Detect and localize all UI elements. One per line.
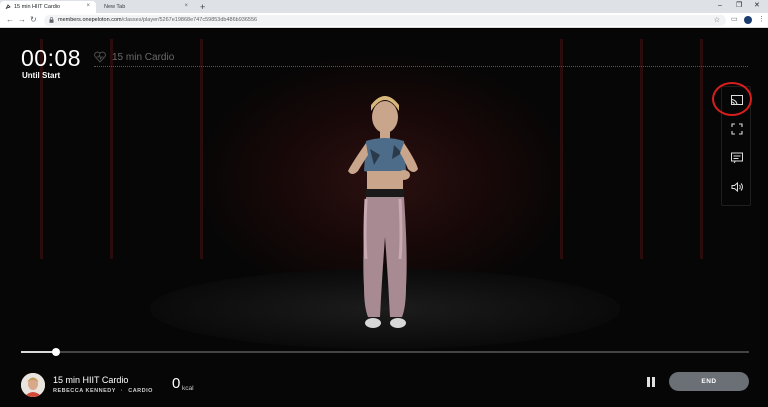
window-close-icon[interactable]: ✕ [754,1,760,11]
fullscreen-icon[interactable] [730,122,744,136]
cardio-icon [94,51,106,63]
calories-unit: kcal [182,385,194,392]
tab-title: New Tab [104,4,126,10]
pause-icon [647,377,650,387]
header-divider [94,66,748,67]
url-text: members.onepeloton.com/classes/player/52… [58,17,258,23]
browser-toolbar: ← → ↻ members.onepeloton.com/classes/pla… [0,13,768,28]
profile-avatar[interactable] [744,16,752,24]
tab-new-tab[interactable]: New Tab × [98,1,194,13]
volume-icon[interactable] [730,180,744,194]
cast-highlight-annotation [712,82,752,116]
forward-icon[interactable]: → [18,15,26,25]
maximize-icon[interactable]: ❐ [736,1,742,11]
back-icon[interactable]: ← [6,15,14,25]
captions-icon[interactable] [730,151,744,165]
browser-tab-bar: 15 min HIIT Cardio × New Tab × + – ❐ ✕ [0,0,768,13]
cast-extension-icon[interactable]: ▭ [731,15,738,25]
reload-icon[interactable]: ↻ [30,15,37,25]
progress-scrubber[interactable] [52,348,60,356]
countdown-timer: 00:08 [21,45,82,71]
calories-value: 0 [172,375,181,392]
separator-dot: · [120,388,124,394]
instructor-name: REBECCA KENNEDY [53,388,116,394]
lock-icon [49,17,54,23]
minimize-icon[interactable]: – [718,1,722,11]
tab-close-icon[interactable]: × [184,3,188,9]
new-tab-button[interactable]: + [200,1,205,13]
tab-peloton[interactable]: 15 min HIIT Cardio × [0,1,96,13]
footer-class-name: 15 min HIIT Cardio [53,375,129,385]
bookmark-star-icon[interactable]: ☆ [714,15,720,26]
tab-close-icon[interactable]: × [86,3,90,9]
tab-title: 15 min HIIT Cardio [14,4,61,10]
end-class-button[interactable]: END [669,372,749,391]
menu-kebab-icon[interactable]: ⋮ [758,15,765,25]
video-player[interactable]: 00:08 Until Start 15 min Cardio 15 min H… [0,29,768,407]
discipline-label: CARDIO [128,388,153,394]
class-title-header: 15 min Cardio [94,51,174,63]
address-bar[interactable]: members.onepeloton.com/classes/player/52… [44,15,726,26]
avatar [21,373,45,397]
progress-fill [21,351,56,353]
instructor-discipline: REBECCA KENNEDY · CARDIO [53,388,153,394]
countdown-label: Until Start [22,71,61,80]
instructor-video-frame [348,96,418,328]
peloton-favicon-icon [5,4,11,10]
progress-track[interactable] [21,351,749,353]
class-title: 15 min Cardio [112,51,175,63]
pause-button[interactable] [645,376,657,388]
